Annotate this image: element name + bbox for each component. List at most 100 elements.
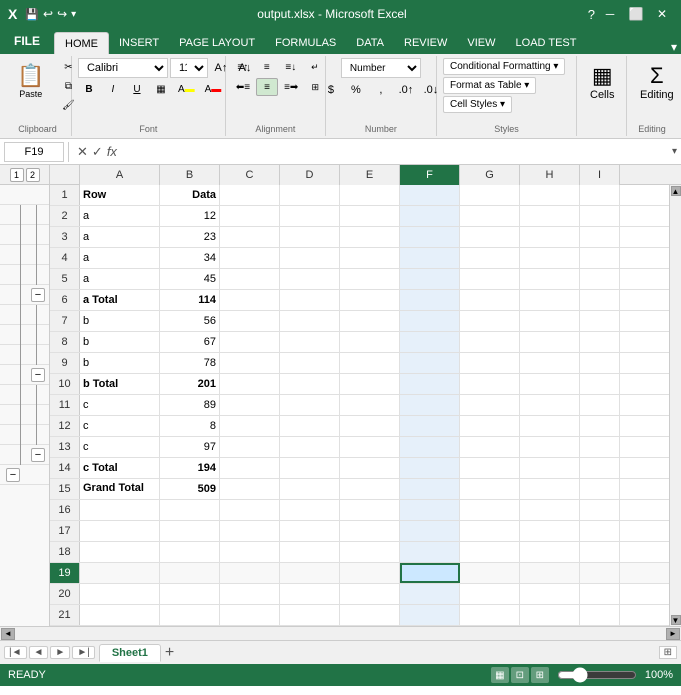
row-num-18[interactable]: 18 [50,542,80,562]
sheet-first-button[interactable]: |◄ [4,646,27,659]
cell-styles-button[interactable]: Cell Styles ▾ [443,96,512,113]
cell-B5[interactable]: 45 [160,269,220,289]
row-num-2[interactable]: 2 [50,206,80,226]
cell-G11[interactable] [460,395,520,415]
cell-A13[interactable]: c [80,437,160,457]
font-name-selector[interactable]: Calibri [78,58,168,78]
save-icon[interactable]: 💾 [25,8,39,21]
cell-F20[interactable] [400,584,460,604]
cell-G7[interactable] [460,311,520,331]
cell-I8[interactable] [580,332,620,352]
cell-F8[interactable] [400,332,460,352]
cell-B18[interactable] [160,542,220,562]
function-icon[interactable]: fx [107,144,117,159]
collapse-b-button[interactable]: − [31,368,45,382]
scroll-up-button[interactable]: ▲ [671,186,681,196]
cell-B4[interactable]: 34 [160,248,220,268]
cell-H3[interactable] [520,227,580,247]
cell-F14[interactable] [400,458,460,478]
col-header-E[interactable]: E [340,165,400,185]
cell-F7[interactable] [400,311,460,331]
tab-formulas[interactable]: FORMULAS [265,32,346,54]
cell-I5[interactable] [580,269,620,289]
cell-C15[interactable] [220,479,280,499]
cell-A14[interactable]: c Total [80,458,160,478]
tab-insert[interactable]: INSERT [109,32,169,54]
cell-H5[interactable] [520,269,580,289]
cell-E21[interactable] [340,605,400,625]
cell-A7[interactable]: b [80,311,160,331]
cell-I16[interactable] [580,500,620,520]
cell-G13[interactable] [460,437,520,457]
wrap-text-button[interactable]: ↵ [304,58,326,76]
cell-H21[interactable] [520,605,580,625]
cell-F1[interactable] [400,185,460,205]
tab-page-layout[interactable]: PAGE LAYOUT [169,32,265,54]
cell-A5[interactable]: a [80,269,160,289]
row-num-1[interactable]: 1 [50,185,80,205]
col-header-I[interactable]: I [580,165,620,185]
cell-C20[interactable] [220,584,280,604]
paste-button[interactable]: 📋 Paste [10,58,51,104]
cell-A6[interactable]: a Total [80,290,160,310]
cell-I19[interactable] [580,563,620,583]
cell-F2[interactable] [400,206,460,226]
cell-F11[interactable] [400,395,460,415]
collapse-a-button[interactable]: − [31,288,45,302]
cell-C11[interactable] [220,395,280,415]
cell-G21[interactable] [460,605,520,625]
cell-F16[interactable] [400,500,460,520]
col-header-C[interactable]: C [220,165,280,185]
border-button[interactable]: ▦ [150,80,172,98]
cell-D19[interactable] [280,563,340,583]
row-num-3[interactable]: 3 [50,227,80,247]
cell-C18[interactable] [220,542,280,562]
cell-B16[interactable] [160,500,220,520]
cell-H17[interactable] [520,521,580,541]
help-icon[interactable]: ? [588,7,595,22]
cell-E5[interactable] [340,269,400,289]
confirm-icon[interactable]: ✓ [92,144,103,160]
sheet-prev-button[interactable]: ◄ [29,646,49,659]
underline-button[interactable]: U [126,80,148,98]
cell-H9[interactable] [520,353,580,373]
cell-A8[interactable]: b [80,332,160,352]
col-header-D[interactable]: D [280,165,340,185]
align-center-button[interactable]: ≡ [256,78,278,96]
cell-A11[interactable]: c [80,395,160,415]
col-header-G[interactable]: G [460,165,520,185]
cell-E10[interactable] [340,374,400,394]
cell-D1[interactable] [280,185,340,205]
row-num-4[interactable]: 4 [50,248,80,268]
cell-E12[interactable] [340,416,400,436]
cell-G4[interactable] [460,248,520,268]
collapse-c-button[interactable]: − [31,448,45,462]
row-num-17[interactable]: 17 [50,521,80,541]
cell-I20[interactable] [580,584,620,604]
fill-color-button[interactable]: A▬ [174,80,199,98]
col-header-A[interactable]: A [80,165,160,185]
tab-review[interactable]: REVIEW [394,32,457,54]
cell-E15[interactable] [340,479,400,499]
cell-G14[interactable] [460,458,520,478]
row-num-19[interactable]: 19 [50,563,80,583]
cell-G16[interactable] [460,500,520,520]
col-header-F[interactable]: F [400,165,460,185]
row-num-5[interactable]: 5 [50,269,80,289]
row-num-15[interactable]: 15 [50,479,80,499]
cell-A1[interactable]: Row [80,185,160,205]
add-sheet-button[interactable]: + [165,644,174,662]
cell-E3[interactable] [340,227,400,247]
cell-C1[interactable] [220,185,280,205]
cell-F5[interactable] [400,269,460,289]
cell-E13[interactable] [340,437,400,457]
cell-H14[interactable] [520,458,580,478]
cell-B21[interactable] [160,605,220,625]
cell-I7[interactable] [580,311,620,331]
cell-C2[interactable] [220,206,280,226]
row-num-20[interactable]: 20 [50,584,80,604]
cell-B3[interactable]: 23 [160,227,220,247]
cell-I10[interactable] [580,374,620,394]
cell-H19[interactable] [520,563,580,583]
cell-E20[interactable] [340,584,400,604]
